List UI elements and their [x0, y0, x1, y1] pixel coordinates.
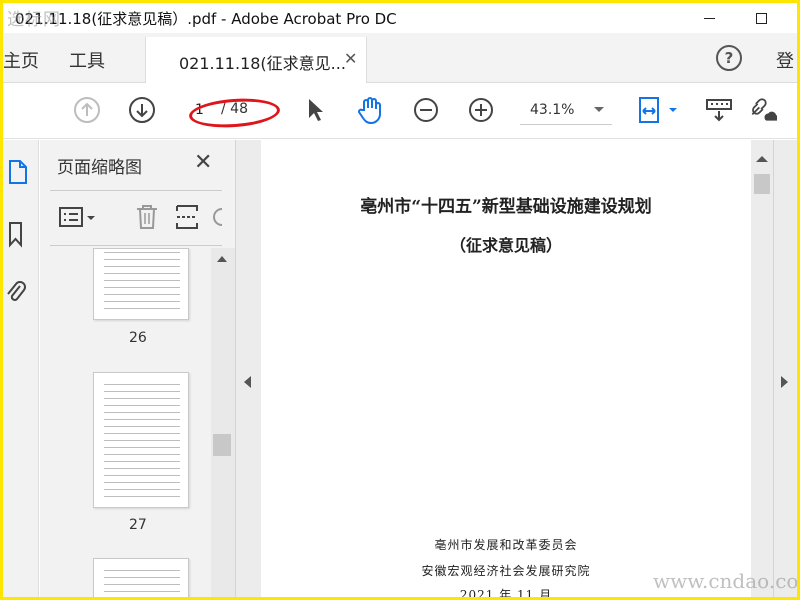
- page-thumbnails-icon[interactable]: [7, 158, 29, 190]
- document-subtitle: （征求意见稿）: [449, 236, 562, 255]
- right-pane-toggle[interactable]: [773, 140, 797, 597]
- zoom-select[interactable]: 43.1%: [520, 97, 612, 125]
- watermark-top: 选标网: [7, 10, 61, 30]
- signin-link[interactable]: 登: [776, 47, 794, 73]
- thumbnail-page-28[interactable]: [93, 558, 189, 597]
- document-scroll-thumb[interactable]: [754, 174, 770, 194]
- window-title: 021.11.18(征求意见稿）.pdf - Adobe Acrobat Pro…: [15, 10, 397, 28]
- options-menu-icon[interactable]: [58, 205, 98, 235]
- zoom-value: 43.1%: [530, 102, 575, 118]
- minimize-icon: [703, 17, 715, 19]
- rotate-icon[interactable]: [210, 205, 224, 233]
- zoom-in-icon[interactable]: [466, 95, 496, 125]
- maximize-icon: [755, 12, 767, 24]
- panel-title: 页面缩略图: [57, 158, 142, 178]
- help-icon[interactable]: ?: [716, 45, 742, 71]
- maximize-button[interactable]: [741, 5, 781, 31]
- attachment-icon[interactable]: [5, 278, 27, 310]
- zoom-out-icon[interactable]: [411, 95, 441, 125]
- acrobat-window: 021.11.18(征求意见稿）.pdf - Adobe Acrobat Pro…: [3, 3, 797, 597]
- close-panel-icon[interactable]: ✕: [194, 150, 212, 175]
- watermark-bottom: www.cndao.com: [653, 569, 797, 593]
- thumbnail-label: 27: [129, 517, 147, 533]
- toolbar: 1 / 48 43.1%: [3, 83, 797, 139]
- panel-scroll-thumb[interactable]: [213, 434, 231, 456]
- prev-page-icon[interactable]: [72, 95, 102, 125]
- keyboard-icon[interactable]: [704, 95, 734, 125]
- link-cloud-icon[interactable]: [747, 95, 777, 125]
- scroll-up-icon[interactable]: [756, 156, 768, 162]
- thumbnail-list: 26 27: [40, 248, 210, 597]
- minimize-button[interactable]: [689, 5, 729, 31]
- scroll-up-icon[interactable]: [217, 256, 227, 262]
- tab-tools[interactable]: 工具: [69, 47, 105, 73]
- thumbnails-panel: 页面缩略图 ✕ 26 27: [40, 140, 235, 597]
- chevron-down-icon: [594, 107, 604, 112]
- tab-document[interactable]: 021.11.18(征求意见... ✕: [145, 37, 367, 84]
- bookmark-icon[interactable]: [7, 220, 25, 252]
- expand-right-icon[interactable]: [781, 376, 788, 388]
- document-scrollbar[interactable]: [751, 140, 773, 597]
- thumbnail-label: 26: [129, 330, 147, 346]
- document-page: 亳州市“十四五”新型基础设施建设规划 （征求意见稿） 亳州市发展和改革委员会 安…: [261, 140, 751, 597]
- fit-page-icon[interactable]: [635, 95, 683, 125]
- panel-scrollbar[interactable]: [211, 248, 235, 597]
- tab-bar: 主页 工具 021.11.18(征求意见... ✕ ? 登: [3, 33, 797, 84]
- tab-document-label: 021.11.18(征求意见...: [179, 54, 346, 73]
- navigation-rail: [3, 140, 39, 597]
- hand-tool-icon[interactable]: [355, 95, 385, 125]
- thumbnail-page-26[interactable]: [93, 248, 189, 320]
- thumbnail-page-27[interactable]: [93, 372, 189, 508]
- panel-divider[interactable]: [235, 140, 261, 597]
- insert-page-icon[interactable]: [174, 203, 200, 235]
- collapse-left-icon[interactable]: [244, 376, 251, 388]
- document-title: 亳州市“十四五”新型基础设施建设规划: [360, 197, 652, 217]
- close-tab-icon[interactable]: ✕: [344, 49, 357, 68]
- tab-home[interactable]: 主页: [3, 47, 39, 73]
- trash-icon[interactable]: [134, 203, 160, 235]
- select-tool-icon[interactable]: [300, 95, 330, 125]
- panel-toolbar: [50, 190, 224, 246]
- next-page-icon[interactable]: [127, 95, 157, 125]
- title-bar: 021.11.18(征求意见稿）.pdf - Adobe Acrobat Pro…: [3, 3, 797, 33]
- document-org-1: 亳州市发展和改革委员会: [434, 538, 578, 552]
